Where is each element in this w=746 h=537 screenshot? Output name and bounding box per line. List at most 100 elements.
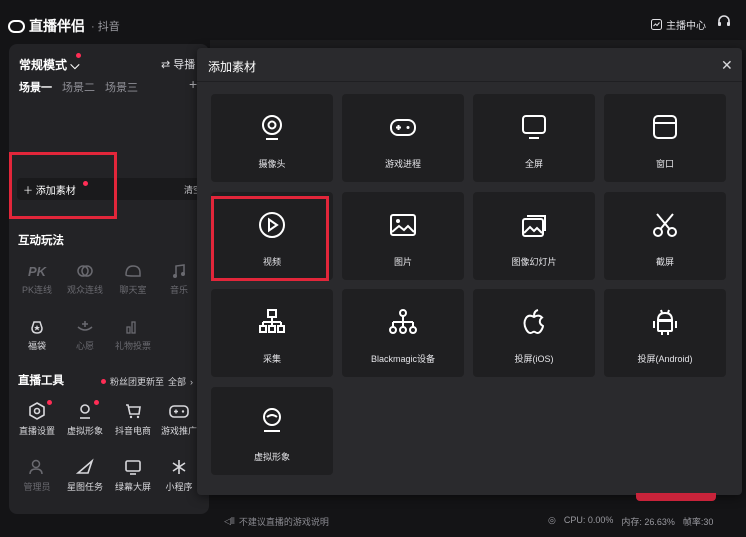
- source-ios-cast-label: 投屏(iOS): [514, 354, 554, 364]
- tool-music[interactable]: 音乐: [159, 263, 199, 296]
- tool-game-promo[interactable]: 游戏推广: [159, 402, 199, 437]
- source-window[interactable]: 窗口: [604, 94, 726, 182]
- source-screenshot-label: 截屏: [655, 257, 674, 267]
- fans-dot: [101, 379, 106, 384]
- cart-icon: [126, 404, 141, 419]
- fans-update-note[interactable]: 粉丝团更新至 全部 ›: [101, 375, 193, 388]
- game-note-text: 不建议直播的游戏说明: [238, 517, 329, 527]
- tab-scene-3[interactable]: 场景三: [105, 79, 138, 95]
- svg-text:PK: PK: [28, 264, 47, 279]
- chevron-right-icon: ›: [190, 376, 194, 387]
- slideshow-icon: [522, 215, 546, 237]
- headset-icon[interactable]: [716, 14, 732, 30]
- source-capture[interactable]: 采集: [211, 289, 333, 377]
- tab-scene-1[interactable]: 场景一: [19, 79, 52, 95]
- dialog-header: 添加素材 ✕: [197, 48, 742, 82]
- source-android-cast-label: 投屏(Android): [637, 354, 693, 364]
- tool-wish-label: 心愿: [75, 341, 94, 351]
- wish-icon: [77, 321, 93, 331]
- tool-wish[interactable]: 心愿: [65, 319, 105, 352]
- tool-chatroom[interactable]: 聊天室: [113, 263, 153, 296]
- tool-gift-vote[interactable]: 礼物投票: [113, 319, 153, 352]
- tools-section-title: 直播工具: [18, 375, 64, 387]
- source-virtual-avatar[interactable]: 虚拟形象: [211, 387, 333, 475]
- tool-douyin-ecommerce[interactable]: 抖音电商: [113, 402, 153, 437]
- start-live-button[interactable]: [636, 493, 716, 501]
- scissors-icon: [653, 213, 677, 237]
- source-camera[interactable]: 摄像头: [211, 94, 333, 182]
- tool-lucky-bag[interactable]: 福袋: [17, 319, 57, 352]
- tool-live-settings[interactable]: 直播设置: [17, 402, 57, 437]
- admin-icon: [29, 459, 43, 475]
- cpu-usage: CPU: 0.00%: [563, 515, 614, 525]
- performance-stats: ◎ CPU: 0.00% 内存: 26.63% 帧率:30: [548, 515, 713, 528]
- anchor-center-label: 主播中心: [666, 21, 706, 32]
- status-bar: ◁⦀ 不建议直播的游戏说明 ◎ CPU: 0.00% 内存: 26.63% 帧率…: [210, 508, 746, 537]
- game-note-link[interactable]: ◁⦀ 不建议直播的游戏说明: [224, 515, 329, 528]
- tool-green-screen[interactable]: 绿幕大屏: [113, 458, 153, 493]
- source-image-label: 图片: [393, 257, 412, 267]
- anchor-center-link[interactable]: 主播中心: [651, 17, 706, 32]
- tool-music-label: 音乐: [169, 285, 188, 295]
- source-fullscreen[interactable]: 全屏: [473, 94, 595, 182]
- source-screenshot[interactable]: 截屏: [604, 192, 726, 280]
- source-game-process[interactable]: 游戏进程: [342, 94, 464, 182]
- capture-icon: [259, 309, 285, 333]
- tool-virtual-avatar[interactable]: 虚拟形象: [65, 402, 105, 437]
- gauge-icon: ◎: [548, 515, 556, 525]
- game-process-icon: [390, 119, 416, 136]
- import-button[interactable]: ⇄ 导播: [161, 56, 195, 72]
- scene-tabs: 场景一 场景二 场景三: [19, 79, 138, 95]
- source-window-label: 窗口: [655, 159, 674, 169]
- tool-star-map-label: 星图任务: [66, 482, 103, 492]
- speaker-icon: ◁⦀: [224, 516, 235, 526]
- tool-star-map[interactable]: 星图任务: [65, 458, 105, 493]
- source-capture-label: 采集: [262, 354, 281, 364]
- fullscreen-icon: [522, 115, 546, 139]
- tool-pk[interactable]: PK PK连线: [17, 263, 57, 296]
- tool-mini-program[interactable]: 小程序: [159, 458, 199, 493]
- tool-live-settings-label: 直播设置: [18, 426, 55, 436]
- tool-douyin-ecommerce-label: 抖音电商: [114, 426, 151, 436]
- source-image[interactable]: 图片: [342, 192, 464, 280]
- memory-usage: 内存: 26.63%: [621, 517, 675, 527]
- platform-label: · 抖音: [91, 21, 120, 33]
- tab-scene-2[interactable]: 场景二: [62, 79, 95, 95]
- source-virtual-avatar-label: 虚拟形象: [253, 452, 290, 462]
- tool-lucky-bag-label: 福袋: [27, 341, 46, 351]
- add-scene-icon[interactable]: +: [189, 76, 197, 92]
- highlight-add-source: [9, 152, 117, 219]
- mode-label: 常规模式: [19, 58, 68, 72]
- avatar-dot: [94, 400, 99, 405]
- mode-dropdown[interactable]: 常规模式 ⌵: [19, 56, 79, 73]
- source-ios-cast[interactable]: 投屏(iOS): [473, 289, 595, 377]
- tool-virtual-avatar-label: 虚拟形象: [66, 426, 103, 436]
- app-name: 直播伴侣: [29, 18, 85, 34]
- monitor-icon: [125, 460, 141, 475]
- source-slideshow-label: 图像幻灯片: [511, 257, 557, 267]
- pk-icon: PK: [28, 264, 47, 279]
- source-android-cast[interactable]: 投屏(Android): [604, 289, 726, 377]
- source-camera-label: 摄像头: [258, 159, 286, 169]
- tool-gift-vote-label: 礼物投票: [114, 341, 151, 351]
- source-slideshow[interactable]: 图像幻灯片: [473, 192, 595, 280]
- tool-admin[interactable]: 管理员: [17, 458, 57, 493]
- interactive-section-title: 互动玩法: [18, 235, 64, 247]
- app-logo: 直播伴侣 · 抖音: [8, 16, 120, 36]
- avatar-icon: [80, 404, 90, 419]
- link-icon: [77, 265, 93, 277]
- highlight-video-tile: [211, 196, 329, 281]
- music-icon: [173, 264, 185, 278]
- chart-box-icon: [651, 19, 662, 30]
- close-icon[interactable]: ✕: [721, 57, 733, 74]
- notification-dot: [76, 53, 81, 58]
- fans-all-link[interactable]: 全部: [168, 375, 186, 388]
- source-blackmagic[interactable]: Blackmagic设备: [342, 289, 464, 377]
- settings-dot: [47, 400, 52, 405]
- tool-pk-label: PK连线: [21, 285, 52, 295]
- blackmagic-icon: [389, 309, 417, 334]
- tool-audience-link[interactable]: 观众连线: [65, 263, 105, 296]
- tool-audience-link-label: 观众连线: [66, 285, 103, 295]
- title-bar: 直播伴侣 · 抖音 主播中心: [0, 0, 746, 40]
- image-icon: [390, 214, 416, 236]
